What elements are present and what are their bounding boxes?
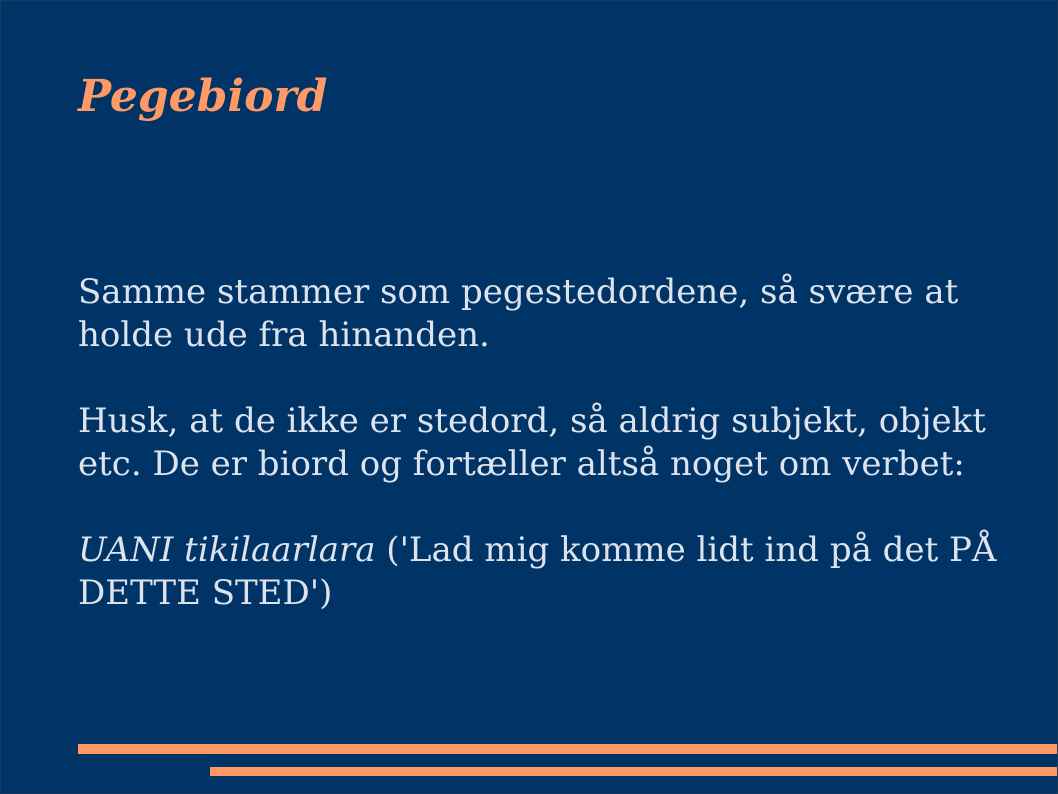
example-term: UANI tikilaarlara bbox=[78, 530, 376, 570]
decorative-rule-bottom bbox=[210, 767, 1057, 776]
slide-body: Samme stammer som pegestedordene, så svæ… bbox=[78, 271, 1018, 615]
paragraph-1: Samme stammer som pegestedordene, så svæ… bbox=[78, 272, 959, 355]
paragraph-2: Husk, at de ikke er stedord, så aldrig s… bbox=[78, 401, 986, 484]
example-paragraph: UANI tikilaarlara ('Lad mig komme lidt i… bbox=[78, 529, 1018, 615]
slide-title: Pegebiord bbox=[78, 71, 328, 122]
decorative-rule-top bbox=[78, 744, 1057, 754]
slide: Pegebiord Samme stammer som pegestedorde… bbox=[0, 0, 1058, 794]
